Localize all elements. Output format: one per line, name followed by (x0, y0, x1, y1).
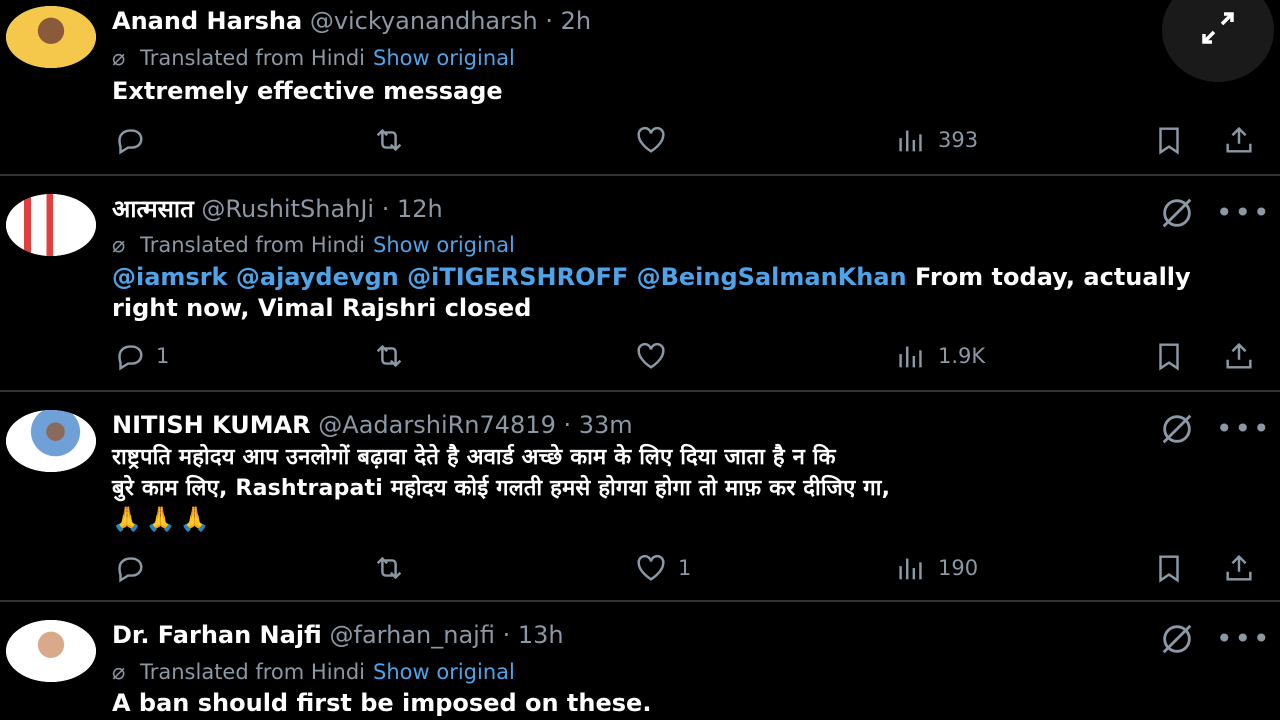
reply-count: 1 (156, 344, 170, 368)
tweet-actions: 393 (0, 122, 1280, 158)
bookmark-button[interactable] (1152, 122, 1186, 158)
timestamp[interactable]: · 33m (564, 411, 633, 439)
retweet-icon (376, 556, 402, 580)
share-button[interactable] (1222, 550, 1256, 586)
author-handle[interactable]: @AadarshiRn74819 (318, 411, 556, 439)
tweet-text-line-2: बुरे काम लिए, Rashtrapati महोदय कोई गलती… (112, 476, 891, 501)
heart-icon (637, 554, 665, 581)
tweet-header: आत्मसात @RushitShahJi · 12h (112, 194, 443, 224)
tweet-actions: 1 190 (0, 550, 1280, 586)
pray-emoji: 🙏🙏🙏 (112, 505, 214, 533)
tweet-text: Extremely effective message (112, 77, 503, 105)
translation-note: ⌀ Translated from Hindi Show original (112, 658, 515, 687)
share-icon (1226, 342, 1252, 369)
tweet-header: Anand Harsha @vickyanandharsh · 2h (112, 6, 591, 36)
mentions[interactable]: @iamsrk @ajaydevgn @iTIGERSHROFF @BeingS… (112, 263, 907, 291)
show-original-link[interactable]: Show original (373, 46, 515, 70)
author-name[interactable]: Anand Harsha (112, 7, 302, 35)
tweet-text: A ban should first be imposed on these. (112, 689, 652, 717)
like-button[interactable]: 1 (634, 550, 691, 586)
views-icon (899, 558, 922, 580)
avatar[interactable] (6, 194, 96, 256)
views-icon (899, 130, 922, 152)
share-button[interactable] (1222, 122, 1256, 158)
bookmark-button[interactable] (1152, 550, 1186, 586)
more-icon[interactable]: ••• (1216, 199, 1272, 227)
tweet-3[interactable]: NITISH KUMAR @AadarshiRn74819 · 33m ••• … (0, 392, 1280, 602)
share-icon (1226, 126, 1252, 153)
expand-button[interactable] (1162, 0, 1274, 82)
author-handle[interactable]: @farhan_najfi (330, 621, 495, 649)
retweet-icon (376, 344, 402, 368)
translation-note: ⌀ Translated from Hindi Show original (112, 231, 515, 260)
reply-icon (118, 345, 143, 371)
grok-icon[interactable] (1158, 194, 1196, 232)
views-button[interactable]: 1.9K (894, 338, 985, 374)
avatar[interactable] (6, 410, 96, 472)
author-handle[interactable]: @RushitShahJi (201, 195, 374, 223)
heart-icon (637, 126, 665, 153)
reply-button[interactable] (112, 122, 146, 158)
tweet-4[interactable]: Dr. Farhan Najfi @farhan_najfi · 13h •••… (0, 602, 1280, 720)
bookmark-icon (1159, 343, 1179, 371)
share-icon (1226, 554, 1252, 581)
bookmark-icon (1159, 555, 1179, 583)
views-count: 393 (938, 128, 979, 152)
translation-note: ⌀ Translated from Hindi Show original (112, 44, 515, 73)
translated-label: Translated from Hindi (140, 233, 366, 257)
tweet-actions: 1 1.9K (0, 338, 1280, 374)
views-count: 1.9K (938, 344, 986, 368)
translate-icon: ⌀ (112, 233, 126, 258)
timestamp[interactable]: · 12h (382, 195, 443, 223)
translated-label: Translated from Hindi (140, 46, 366, 70)
timestamp[interactable]: · 13h (503, 621, 564, 649)
show-original-link[interactable]: Show original (373, 660, 515, 684)
author-name[interactable]: आत्मसात (112, 195, 194, 223)
tweet-header: NITISH KUMAR @AadarshiRn74819 · 33m (112, 410, 633, 440)
tweet-header: Dr. Farhan Najfi @farhan_najfi · 13h (112, 620, 564, 650)
translate-icon: ⌀ (112, 46, 126, 71)
share-button[interactable] (1222, 338, 1256, 374)
heart-icon (637, 342, 665, 369)
reply-icon (118, 557, 143, 583)
like-count: 1 (678, 556, 692, 580)
views-button[interactable]: 393 (894, 122, 978, 158)
views-icon (899, 346, 922, 368)
reply-icon (118, 129, 143, 155)
like-button[interactable] (634, 338, 668, 374)
more-icon[interactable]: ••• (1216, 625, 1272, 653)
bookmark-icon (1159, 127, 1179, 155)
retweet-button[interactable] (372, 550, 406, 586)
timestamp[interactable]: · 2h (545, 7, 591, 35)
tweet-2[interactable]: आत्मसात @RushitShahJi · 12h ••• ⌀ Transla… (0, 176, 1280, 392)
avatar[interactable] (6, 620, 96, 682)
more-icon[interactable]: ••• (1216, 415, 1272, 443)
tweet-text-line-1: राष्ट्रपति महोदय आप उनलोगों बढ़ावा देते … (112, 445, 836, 470)
views-count: 190 (938, 556, 979, 580)
reply-button[interactable] (112, 550, 146, 586)
author-handle[interactable]: @vickyanandharsh (310, 7, 538, 35)
reply-button[interactable]: 1 (112, 338, 169, 374)
retweet-icon (376, 128, 402, 152)
grok-icon[interactable] (1158, 620, 1196, 658)
retweet-button[interactable] (372, 338, 406, 374)
like-button[interactable] (634, 122, 668, 158)
translated-label: Translated from Hindi (140, 660, 366, 684)
avatar[interactable] (6, 6, 96, 68)
retweet-button[interactable] (372, 122, 406, 158)
tweet-text: @iamsrk @ajaydevgn @iTIGERSHROFF @BeingS… (112, 262, 1232, 324)
author-name[interactable]: NITISH KUMAR (112, 411, 311, 439)
tweet-text: राष्ट्रपति महोदय आप उनलोगों बढ़ावा देते … (112, 442, 1232, 535)
author-name[interactable]: Dr. Farhan Najfi (112, 621, 322, 649)
show-original-link[interactable]: Show original (373, 233, 515, 257)
bookmark-button[interactable] (1152, 338, 1186, 374)
expand-icon (1196, 6, 1240, 54)
views-button[interactable]: 190 (894, 550, 978, 586)
tweet-1[interactable]: Anand Harsha @vickyanandharsh · 2h ⌀ Tran… (0, 0, 1280, 176)
translate-icon: ⌀ (112, 660, 126, 685)
